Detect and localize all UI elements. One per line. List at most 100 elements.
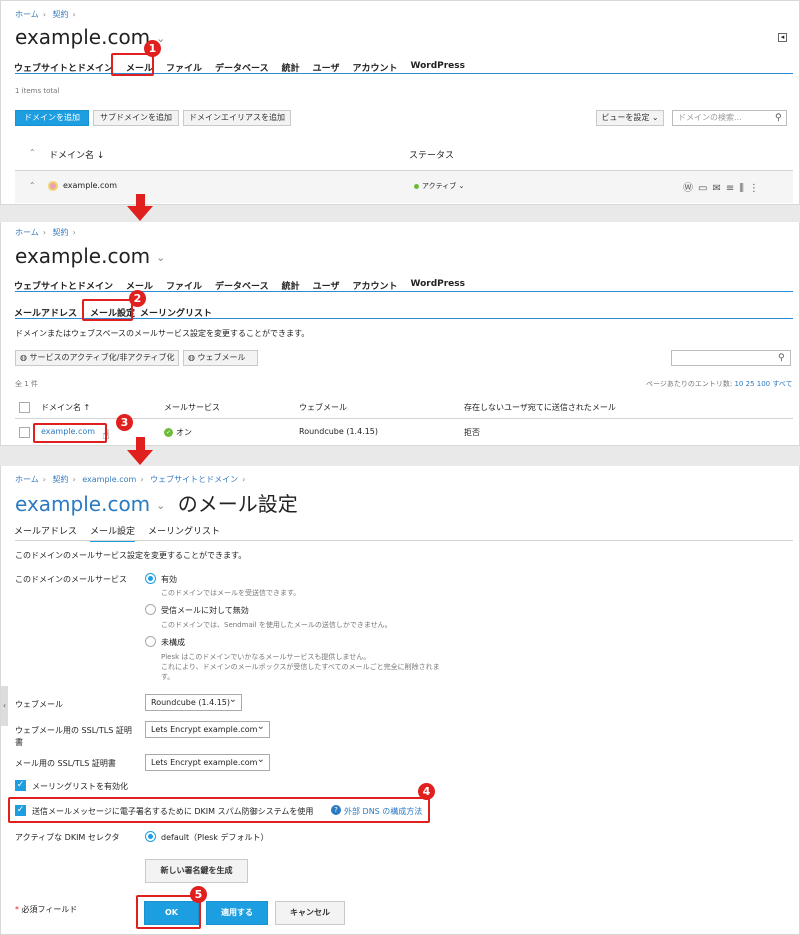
breadcrumb-subscription[interactable]: 契約 (53, 10, 69, 19)
row-webmail: Roundcube (1.4.15) (299, 427, 379, 436)
view-settings-button[interactable]: ビューを設定 ⌄ (596, 110, 664, 126)
per-page-100[interactable]: 100 (757, 380, 770, 388)
breadcrumb-domain[interactable]: example.com (82, 475, 136, 484)
annotation-badge-2: 2 (129, 290, 146, 307)
ssl-webmail-label-line-2: 書 (15, 738, 23, 747)
row-actions: Ⓦ▭✉≡⫼⋮ (683, 179, 764, 194)
ssl-mail-select[interactable]: Lets Encrypt example.com (145, 752, 270, 771)
webmail-select[interactable]: Roundcube (1.4.15) (145, 692, 242, 711)
row-domain-name[interactable]: example.com (63, 181, 117, 190)
breadcrumb-subscription[interactable]: 契約 (53, 475, 69, 484)
per-page-25[interactable]: 25 (746, 380, 755, 388)
search-icon[interactable]: ⚲ (775, 113, 782, 123)
domain-search-input[interactable]: ドメインの検索... (672, 110, 787, 126)
radio-enabled-hint: このドメインではメールを受送信できます。 (161, 589, 301, 597)
breadcrumb-websites-domains[interactable]: ウェブサイトとドメイン (150, 475, 238, 484)
webmail-button[interactable]: ◍ ウェブメール (183, 350, 258, 366)
search-icon[interactable]: ⚲ (778, 353, 785, 363)
annotation-box-dkim (8, 797, 430, 823)
title-domain-link[interactable]: example.com (15, 492, 150, 516)
add-domain-button[interactable]: ドメインを追加 (15, 110, 89, 126)
step-arrow-head (127, 206, 153, 221)
select-all-checkbox[interactable] (19, 402, 30, 413)
panel-mail-settings-list: ホーム › 契約 › example.com ⌄ ウェブサイトとドメイン メール ファ… (0, 222, 800, 446)
annotation-badge-4: 4 (418, 783, 435, 800)
page-description: このドメインのメールサービス設定を変更することができます。 (15, 551, 247, 560)
panel-domain-list: ホーム › 契約 › example.com ⌄ ◂ ウェブサイトとドメイン メール … (0, 0, 800, 205)
per-page-all[interactable]: すべて (772, 380, 792, 388)
entry-count: 全 1 件 (15, 380, 38, 388)
page-title: example.com ⌄ のメール設定 (15, 492, 298, 516)
row-undeliverable: 拒否 (464, 428, 480, 437)
database-icon[interactable]: ≡ (726, 183, 739, 194)
annotation-box-mail-settings-subtab (82, 299, 133, 321)
toggle-service-button[interactable]: ◍ サービスのアクティブ化/非アクティブ化 (15, 350, 179, 366)
row-status[interactable]: アクティブ ⌄ (422, 181, 464, 191)
toggle-service-icon: ◍ (20, 353, 30, 362)
settings-icon[interactable]: ⫼ (739, 183, 749, 194)
domain-favicon-icon (48, 181, 58, 191)
mail-search-input[interactable] (671, 350, 791, 366)
ssl-webmail-select[interactable]: Lets Encrypt example.com (145, 719, 270, 738)
side-collapse-handle[interactable]: ‹ (1, 686, 8, 726)
radio-unconfigured-label: 未構成 (161, 638, 185, 647)
mail-service-label: このドメインのメールサービス (15, 575, 127, 584)
per-page-selector: ページあたりのエントリ数: 10 25 100 すべて (646, 380, 793, 388)
panel-mail-settings-form: ホーム › 契約 › example.com › ウェブサイトとドメイン › examp… (0, 466, 800, 935)
step-arrow (136, 437, 145, 450)
annotation-box-domain-link (33, 423, 107, 443)
step-arrow (136, 194, 145, 206)
annotation-badge-3: 3 (116, 414, 133, 431)
mailing-list-label: メーリングリストを有効化 (32, 782, 128, 791)
dkim-selector-value: default（Plesk デフォルト） (161, 833, 269, 842)
breadcrumb-home[interactable]: ホーム (15, 475, 39, 484)
annotation-badge-1: 1 (144, 40, 161, 57)
column-domain-name[interactable]: ドメイン名 ↓ (49, 148, 104, 161)
webmail-label: ウェブメール (15, 700, 63, 709)
per-page-10[interactable]: 10 (734, 380, 743, 388)
table-row: ⌃ example.com アクティブ ⌄ Ⓦ▭✉≡⫼⋮ (15, 171, 793, 203)
items-total: 1 items total (15, 87, 60, 95)
breadcrumb-home[interactable]: ホーム (15, 228, 39, 237)
add-subdomain-button[interactable]: サブドメインを追加 (93, 110, 179, 126)
sort-collapse-icon[interactable]: ⌃ (29, 148, 36, 157)
folder-icon[interactable]: ▭ (698, 183, 712, 194)
check-circle-icon: ✓ (164, 428, 173, 437)
breadcrumb: ホーム › 契約 › (15, 228, 76, 237)
ssl-webmail-label-line-1: ウェブメール用の SSL/TLS 証明 (15, 726, 132, 735)
expand-icon[interactable]: ⌃ (29, 181, 36, 190)
row-mail-service: オン (176, 428, 192, 437)
column-domain-name[interactable]: ドメイン名 ↑ (41, 402, 90, 413)
column-mail-service: メールサービス (164, 403, 220, 412)
more-icon[interactable]: ⋮ (749, 183, 764, 194)
generate-key-button[interactable]: 新しい署名鍵を生成 (145, 859, 248, 883)
dkim-selector-radio[interactable] (145, 831, 156, 842)
column-undeliverable-mail: 存在しないユーザ宛てに送信されたメール (464, 403, 616, 412)
wordpress-icon[interactable]: Ⓦ (683, 183, 698, 194)
required-fields-note: * 必須フィールド (15, 905, 78, 914)
webmail-icon: ◍ (188, 353, 198, 362)
dkim-selector-label: アクティブな DKIM セレクタ (15, 833, 120, 842)
radio-unconfigured[interactable] (145, 636, 156, 647)
radio-unconfigured-hint-2: これにより、ドメインのメールボックスが受信したすべてのメールごと完全に削除されま (161, 663, 440, 671)
page-description: ドメインまたはウェブスペースのメールサービス設定を変更することができます。 (15, 329, 310, 338)
mailing-list-checkbox[interactable]: ✓ (15, 780, 26, 791)
breadcrumb: ホーム › 契約 › (15, 10, 76, 19)
page-title[interactable]: example.com ⌄ (15, 244, 165, 268)
cancel-button[interactable]: キャンセル (275, 901, 345, 925)
annotation-box-mail-tab (111, 53, 154, 76)
collapse-icon[interactable]: ◂ (778, 33, 787, 42)
page-title[interactable]: example.com ⌄ (15, 25, 165, 49)
radio-unconfigured-hint-3: す。 (161, 673, 175, 681)
breadcrumb-subscription[interactable]: 契約 (53, 228, 69, 237)
radio-incoming-disabled-hint: このドメインでは、Sendmail を使用したメールの送信しかできません。 (161, 621, 392, 629)
radio-enabled[interactable] (145, 573, 156, 584)
mail-icon[interactable]: ✉ (712, 183, 725, 194)
add-domain-alias-button[interactable]: ドメインエイリアスを追加 (183, 110, 291, 126)
apply-button[interactable]: 適用する (206, 901, 268, 925)
annotation-badge-5: 5 (190, 886, 207, 903)
breadcrumb-home[interactable]: ホーム (15, 10, 39, 19)
row-checkbox[interactable] (19, 427, 30, 438)
status-dot-icon (414, 184, 419, 189)
radio-incoming-disabled[interactable] (145, 604, 156, 615)
